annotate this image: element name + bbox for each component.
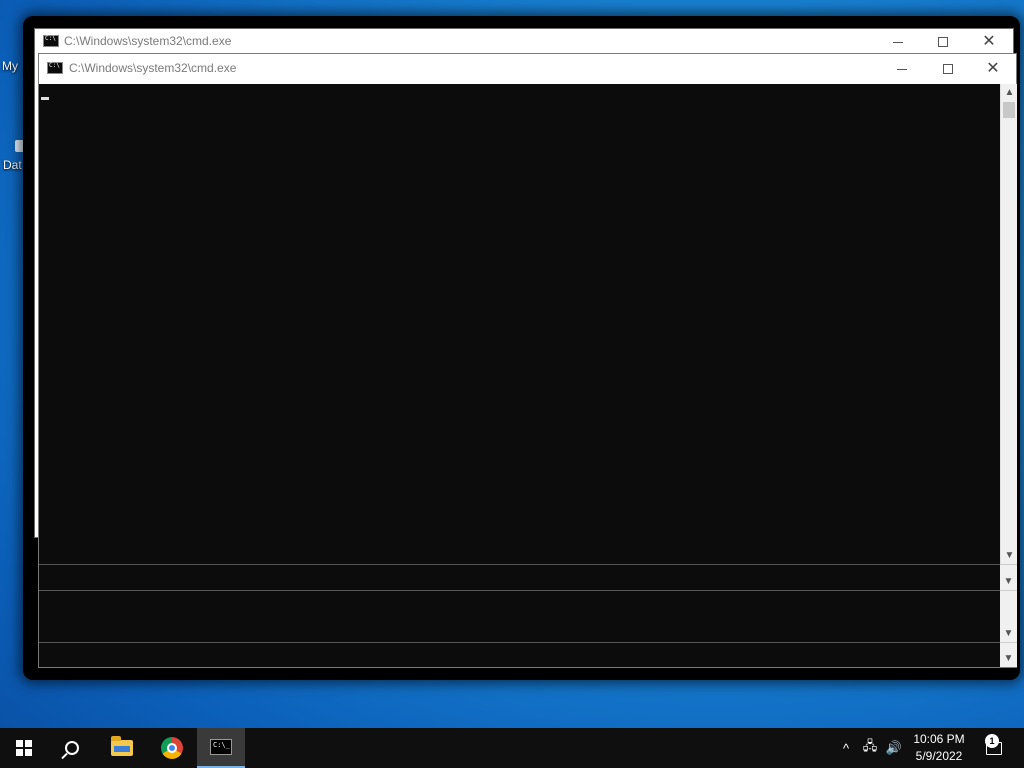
window-title: C:\Windows\system32\cmd.exe	[64, 34, 232, 48]
title-bar[interactable]: C:\Windows\system32\cmd.exe ✕	[35, 29, 1013, 55]
command-prompt-icon	[210, 739, 232, 755]
console-output[interactable]	[39, 84, 1000, 564]
desktop-icon-label: My	[2, 59, 18, 73]
vertical-scrollbar[interactable]: ▲ ▼	[1000, 84, 1017, 564]
pane-scrollbar[interactable]: ▼	[1000, 642, 1017, 667]
desktop-icon-my[interactable]: My	[2, 19, 36, 73]
scroll-down-arrow-icon[interactable]: ▼	[1000, 625, 1017, 642]
scroll-down-arrow-icon[interactable]: ▼	[1000, 573, 1017, 590]
scroll-thumb[interactable]	[1003, 102, 1015, 118]
file-explorer-icon	[111, 736, 133, 756]
minimize-button[interactable]	[875, 29, 921, 55]
title-bar[interactable]: C:\Windows\system32\cmd.exe ✕	[39, 54, 1016, 84]
windows-logo-icon	[16, 740, 32, 756]
start-button[interactable]	[0, 728, 48, 768]
console-pane[interactable]	[39, 642, 1000, 667]
desktop-icon-label: Dat	[3, 158, 22, 172]
show-hidden-icons-chevron-icon[interactable]: ^	[834, 728, 858, 768]
pane-scrollbar[interactable]: ▼	[1000, 564, 1017, 590]
close-icon: ✕	[982, 33, 996, 50]
chrome-icon	[161, 737, 183, 759]
minimize-icon	[893, 41, 903, 43]
network-icon[interactable]: 🖧	[858, 728, 882, 768]
system-tray: ^ 🖧 🔊	[834, 728, 906, 768]
window-title: C:\Windows\system32\cmd.exe	[69, 61, 237, 75]
taskbar: ^ 🖧 🔊 10:06 PM 5/9/2022 1	[0, 728, 1024, 768]
close-button[interactable]: ✕	[966, 29, 1012, 55]
maximize-icon	[943, 64, 953, 74]
cmd-app-icon	[43, 35, 59, 47]
scroll-up-arrow-icon[interactable]: ▲	[1001, 84, 1018, 101]
cmd-window-front[interactable]: C:\Windows\system32\cmd.exe ✕ ▲ ▼ ▼ ▼ ▼	[38, 53, 1017, 668]
clock[interactable]: 10:06 PM 5/9/2022	[908, 731, 970, 765]
maximize-button[interactable]	[925, 54, 971, 84]
minimize-button[interactable]	[879, 54, 925, 84]
text-cursor	[41, 97, 49, 100]
action-center-button[interactable]: 1	[976, 728, 1012, 768]
console-pane[interactable]	[39, 590, 1000, 642]
minimize-icon	[897, 68, 907, 70]
desktop-icon-dat[interactable]: Dat	[3, 140, 25, 172]
maximize-button[interactable]	[920, 29, 966, 55]
clock-date: 5/9/2022	[915, 749, 963, 763]
search-button[interactable]	[48, 728, 96, 768]
chrome-button[interactable]	[148, 728, 196, 768]
console-pane[interactable]	[39, 564, 1000, 590]
notification-count-badge: 1	[985, 734, 999, 748]
clock-time: 10:06 PM	[913, 732, 965, 746]
command-prompt-button[interactable]	[197, 728, 245, 768]
file-explorer-button[interactable]	[98, 728, 146, 768]
scroll-down-arrow-icon[interactable]: ▼	[1001, 547, 1018, 564]
maximize-icon	[938, 37, 948, 47]
cmd-app-icon	[47, 62, 63, 74]
volume-icon[interactable]: 🔊	[882, 728, 906, 768]
scroll-down-arrow-icon[interactable]: ▼	[1000, 650, 1017, 667]
close-icon: ✕	[986, 60, 1000, 77]
pane-scrollbar[interactable]: ▼	[1000, 590, 1017, 642]
search-icon	[65, 741, 79, 755]
close-button[interactable]: ✕	[970, 54, 1016, 84]
